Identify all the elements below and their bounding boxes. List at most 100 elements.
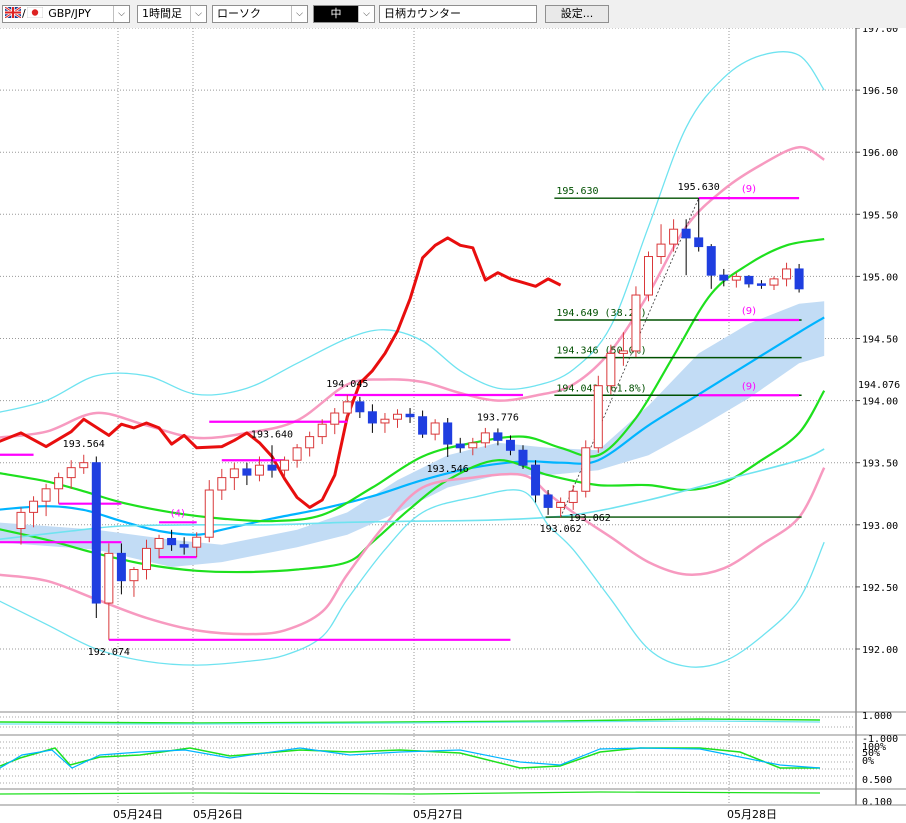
bull-candle <box>480 432 490 444</box>
x-tick-label: 05月28日 <box>727 808 777 821</box>
bear-candle <box>794 268 804 290</box>
bull-candle <box>317 423 327 438</box>
bull-candle <box>430 422 440 435</box>
price-label: 192.074 <box>88 647 130 658</box>
bear-candle <box>681 228 691 239</box>
day-counter-label: (9) <box>742 306 756 317</box>
bull-candle <box>142 547 151 571</box>
uk-flag-icon <box>4 6 22 20</box>
fibo-level-label: 195.630 <box>556 186 598 197</box>
bear-candle <box>418 416 428 435</box>
y-tick-label: 195.00 <box>862 272 898 283</box>
bear-candle <box>355 401 365 413</box>
y-tick-label: 197.00 <box>862 28 898 35</box>
bull-candle <box>229 468 239 479</box>
bull-candle <box>330 412 340 425</box>
bear-candle <box>694 237 704 248</box>
bull-candle <box>254 464 264 476</box>
toolbar: / GBP/JPY ⌵ 1時間足 ⌵ ローソク ⌵ 中 ⌵ 日柄カウンター 設定… <box>0 0 906 29</box>
size-label: 中 <box>314 6 358 22</box>
currency-pair-select[interactable]: / GBP/JPY ⌵ <box>2 5 130 23</box>
japan-flag-icon <box>26 6 43 19</box>
osc-axis-label: 0.100 <box>862 797 892 808</box>
y-tick-label: 196.00 <box>862 148 898 159</box>
osc-axis-label: 0.500 <box>862 775 892 786</box>
y-tick-label: 192.50 <box>862 583 898 594</box>
y-tick-label: 193.00 <box>862 521 898 532</box>
bear-candle <box>543 494 553 508</box>
bull-candle <box>305 436 315 449</box>
bull-candle <box>192 536 202 548</box>
bear-candle <box>367 411 377 424</box>
bull-candle <box>769 278 779 286</box>
bull-candle <box>593 385 603 449</box>
x-tick-label: 05月27日 <box>413 808 463 821</box>
y-tick-label: 194.50 <box>862 335 898 346</box>
bear-candle <box>719 274 729 281</box>
bear-candle <box>116 552 126 582</box>
bear-candle <box>267 464 277 471</box>
y-tick-label: 194.00 <box>862 397 898 408</box>
bear-candle <box>455 443 465 449</box>
bull-candle <box>393 413 402 420</box>
bull-candle <box>618 350 628 354</box>
osc-axis-label: 0% <box>862 756 874 767</box>
osc-axis-label: 1.000 <box>862 711 892 722</box>
day-counter-label: (9) <box>742 184 756 195</box>
bull-candle <box>731 275 741 281</box>
current-price-label: 194.076 <box>858 380 900 391</box>
y-tick-label: 196.50 <box>862 86 898 97</box>
price-label: 193.062 <box>540 524 582 535</box>
price-label: 194.045 <box>326 379 368 390</box>
day-counter-label: (4) <box>171 508 185 519</box>
bull-candle <box>129 569 139 582</box>
bull-candle <box>568 490 578 503</box>
day-counter-label: 日柄カウンター <box>384 7 461 20</box>
bull-candle <box>342 401 352 414</box>
bull-candle <box>104 552 114 604</box>
bear-candle <box>179 544 189 548</box>
price-label: 193.564 <box>63 439 105 450</box>
x-tick-label: 05月26日 <box>193 808 243 821</box>
chevron-down-icon: ⌵ <box>358 6 374 22</box>
y-tick-label: 193.50 <box>862 459 898 470</box>
size-select[interactable]: 中 ⌵ <box>313 5 375 23</box>
bull-candle <box>79 462 89 469</box>
chevron-down-icon: ⌵ <box>113 6 129 22</box>
y-tick-label: 195.50 <box>862 210 898 221</box>
bear-candle <box>756 283 766 286</box>
chart-style-select[interactable]: ローソク ⌵ <box>212 5 308 23</box>
bull-candle <box>782 268 792 280</box>
chart-style-label: ローソク <box>217 7 261 20</box>
bear-candle <box>505 439 515 451</box>
bull-candle <box>644 256 653 296</box>
price-label: 193.546 <box>427 464 469 475</box>
price-label: 193.776 <box>477 412 519 423</box>
bull-candle <box>16 511 26 530</box>
price-chart: 195.630194.649 (38.2%)194.346 (50.0%)194… <box>0 28 906 823</box>
price-label: 195.630 <box>678 182 720 193</box>
day-counter-label: (9) <box>742 381 756 392</box>
price-label: 193.640 <box>251 429 293 440</box>
x-tick-label: 05月24日 <box>113 808 163 821</box>
day-counter-field[interactable]: 日柄カウンター <box>379 5 537 23</box>
bear-candle <box>493 432 503 441</box>
bear-candle <box>242 468 252 476</box>
currency-pair-label: GBP/JPY <box>48 7 91 20</box>
settings-button[interactable]: 設定... <box>545 5 609 23</box>
bear-candle <box>531 464 541 496</box>
bear-candle <box>91 462 101 604</box>
bull-candle <box>656 243 666 258</box>
bull-candle <box>280 459 290 471</box>
bull-candle <box>581 447 591 492</box>
bull-candle <box>154 537 164 549</box>
bull-candle <box>66 467 76 479</box>
bull-candle <box>204 489 214 538</box>
bear-candle <box>706 246 716 276</box>
chevron-down-icon: ⌵ <box>190 6 206 22</box>
bear-candle <box>405 413 415 418</box>
timeframe-select[interactable]: 1時間足 ⌵ <box>137 5 207 23</box>
bull-candle <box>606 352 616 387</box>
bull-candle <box>631 294 641 352</box>
bull-candle <box>29 500 39 513</box>
